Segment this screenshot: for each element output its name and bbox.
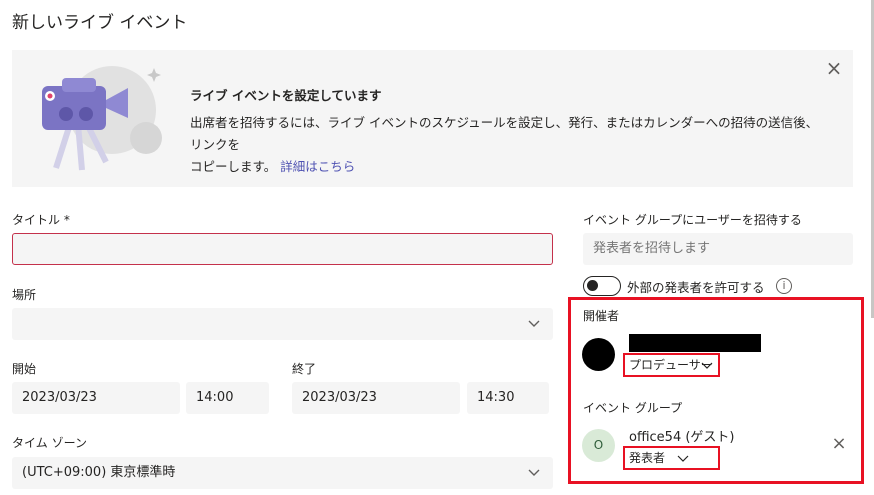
member-name: office54 (ゲスト) — [629, 430, 735, 445]
organizer-heading: 開催者 — [583, 309, 620, 323]
member-role-dropdown[interactable]: 発表者 — [623, 446, 720, 470]
timezone-dropdown[interactable]: (UTC+09:00) 東京標準時 — [12, 457, 553, 489]
toggle-label: 外部の発表者を許可する — [627, 280, 765, 295]
external-presenter-toggle[interactable] — [583, 276, 621, 296]
banner-body: 出席者を招待するには、ライブ イベントのスケジュールを設定し、発行、またはカレン… — [190, 112, 830, 178]
location-label: 場所 — [12, 288, 37, 302]
chevron-down-icon — [701, 362, 713, 369]
info-icon[interactable]: i — [776, 278, 792, 294]
location-dropdown[interactable] — [12, 308, 553, 340]
event-group-heading: イベント グループ — [583, 401, 683, 415]
title-input[interactable] — [12, 233, 553, 265]
chevron-down-icon — [677, 455, 689, 462]
end-time-field[interactable]: 14:30 — [467, 382, 549, 414]
remove-member-icon[interactable]: × — [828, 433, 850, 455]
banner-body-text: コピーします。 — [190, 159, 277, 174]
title-label: タイトル * — [12, 213, 70, 227]
redacted-name — [629, 334, 761, 352]
camera-illustration-icon — [42, 66, 162, 171]
organizer-role-dropdown[interactable]: プロデューサー — [623, 353, 720, 377]
member-role-label: 発表者 — [629, 451, 666, 465]
learn-more-link[interactable]: 詳細はこちら — [280, 159, 355, 174]
invite-label: イベント グループにユーザーを招待する — [583, 213, 802, 227]
chevron-down-icon — [528, 469, 540, 476]
timezone-label: タイム ゾーン — [12, 436, 87, 450]
start-date-field[interactable]: 2023/03/23 — [12, 382, 180, 414]
chevron-down-icon — [528, 320, 540, 327]
start-time-field[interactable]: 14:00 — [186, 382, 269, 414]
banner-body-line: コピーします。 詳細はこちら — [190, 156, 830, 178]
banner-heading: ライブ イベントを設定しています — [190, 88, 382, 103]
invite-presenter-input[interactable] — [583, 233, 853, 265]
avatar — [582, 338, 615, 371]
page-title: 新しいライブ イベント — [12, 13, 188, 33]
end-label: 終了 — [292, 362, 317, 376]
banner-body-line: 出席者を招待するには、ライブ イベントのスケジュールを設定し、発行、またはカレン… — [190, 115, 819, 152]
timezone-value: (UTC+09:00) 東京標準時 — [22, 465, 176, 480]
end-date-field[interactable]: 2023/03/23 — [292, 382, 460, 414]
start-label: 開始 — [12, 362, 37, 376]
avatar: O — [582, 429, 615, 462]
toggle-knob — [587, 280, 598, 291]
close-icon[interactable]: × — [822, 56, 846, 80]
